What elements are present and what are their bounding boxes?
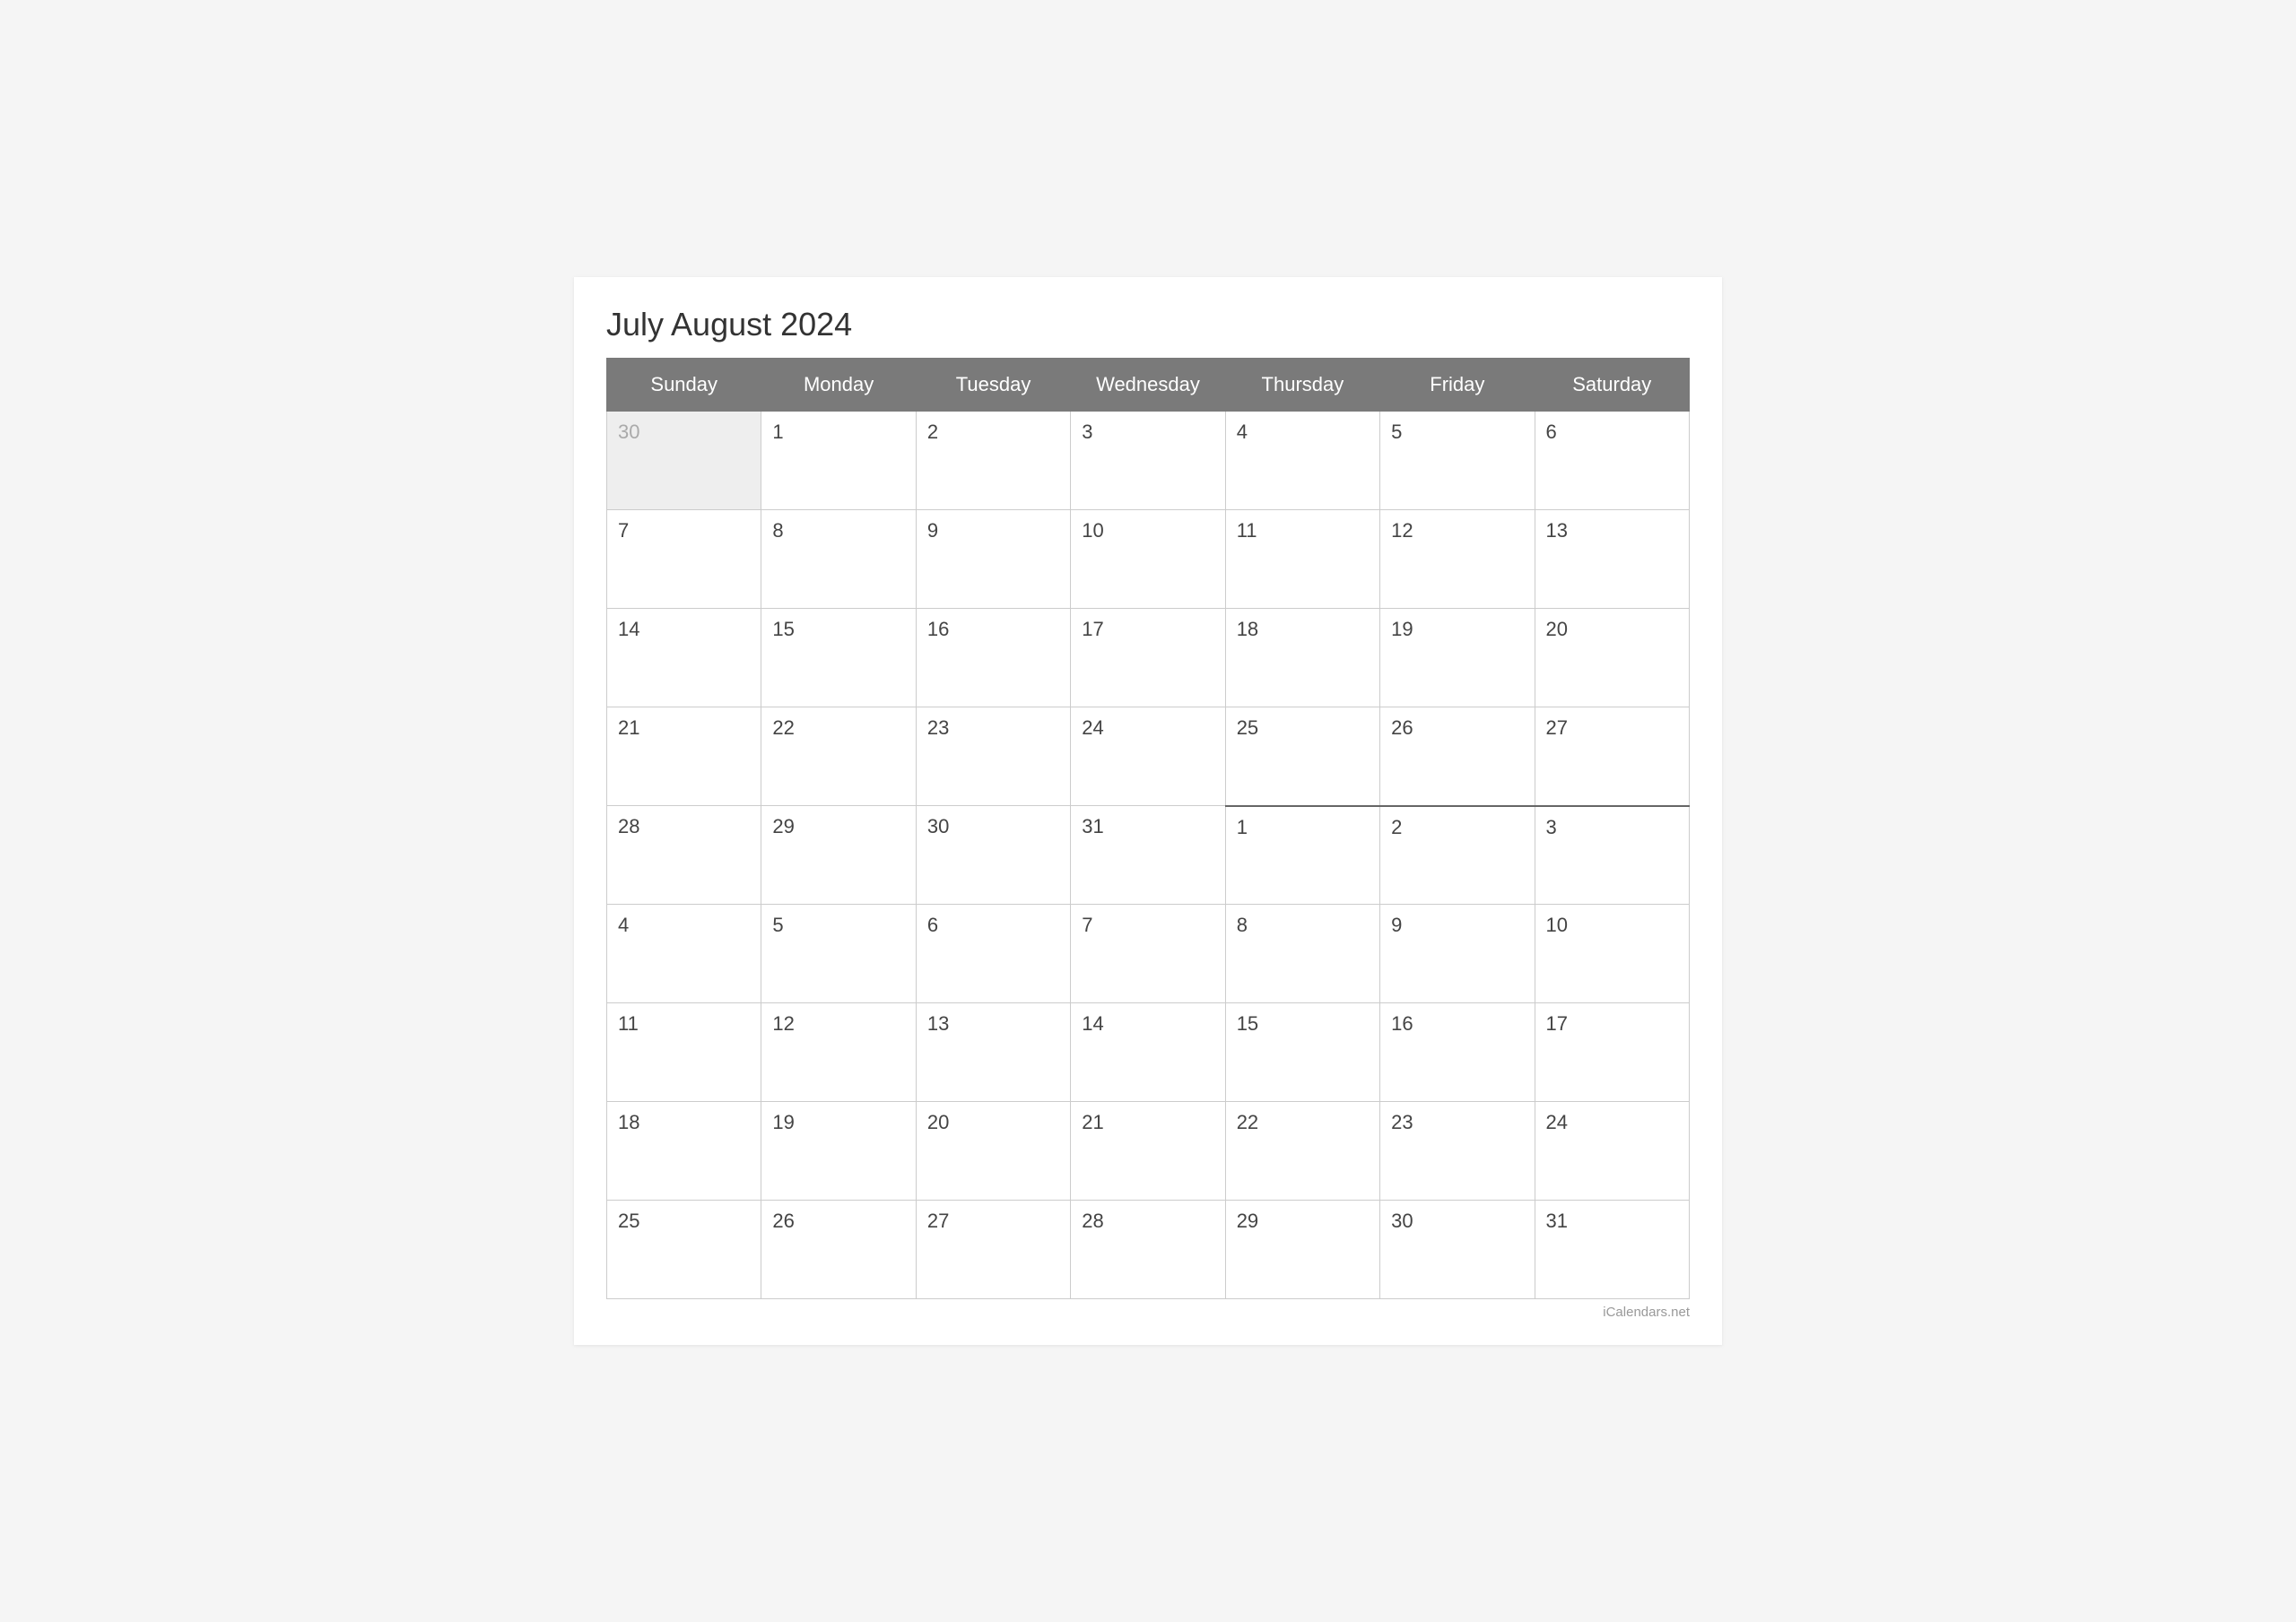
- day-cell[interactable]: 20: [916, 1102, 1070, 1201]
- day-cell[interactable]: 6: [1535, 412, 1689, 510]
- day-cell[interactable]: 14: [1071, 1003, 1225, 1102]
- day-cell[interactable]: 10: [1535, 905, 1689, 1003]
- header-row: SundayMondayTuesdayWednesdayThursdayFrid…: [607, 359, 1690, 412]
- header-friday: Friday: [1380, 359, 1535, 412]
- day-cell[interactable]: 13: [1535, 510, 1689, 609]
- day-cell[interactable]: 28: [607, 806, 761, 905]
- day-cell[interactable]: 12: [1380, 510, 1535, 609]
- day-cell[interactable]: 2: [916, 412, 1070, 510]
- day-cell[interactable]: 24: [1535, 1102, 1689, 1201]
- day-cell[interactable]: 24: [1071, 707, 1225, 806]
- calendar-header: SundayMondayTuesdayWednesdayThursdayFrid…: [607, 359, 1690, 412]
- calendar-title: July August 2024: [606, 306, 1690, 343]
- day-cell[interactable]: 11: [1225, 510, 1379, 609]
- day-cell[interactable]: 15: [1225, 1003, 1379, 1102]
- watermark: iCalendars.net: [606, 1305, 1690, 1320]
- week-row-5: 45678910: [607, 905, 1690, 1003]
- day-cell[interactable]: 3: [1071, 412, 1225, 510]
- header-monday: Monday: [761, 359, 916, 412]
- calendar-table: SundayMondayTuesdayWednesdayThursdayFrid…: [606, 358, 1690, 1299]
- day-cell[interactable]: 5: [761, 905, 916, 1003]
- day-cell[interactable]: 9: [916, 510, 1070, 609]
- day-cell[interactable]: 11: [607, 1003, 761, 1102]
- day-cell[interactable]: 26: [1380, 707, 1535, 806]
- header-sunday: Sunday: [607, 359, 761, 412]
- day-cell[interactable]: 26: [761, 1201, 916, 1299]
- day-cell[interactable]: 8: [761, 510, 916, 609]
- day-cell[interactable]: 30: [1380, 1201, 1535, 1299]
- day-cell[interactable]: 21: [607, 707, 761, 806]
- day-cell[interactable]: 7: [607, 510, 761, 609]
- day-cell[interactable]: 31: [1535, 1201, 1689, 1299]
- week-row-4: 28293031123: [607, 806, 1690, 905]
- day-cell[interactable]: 10: [1071, 510, 1225, 609]
- week-row-7: 18192021222324: [607, 1102, 1690, 1201]
- day-cell[interactable]: 4: [607, 905, 761, 1003]
- day-cell[interactable]: 30: [916, 806, 1070, 905]
- day-cell[interactable]: 22: [1225, 1102, 1379, 1201]
- week-row-0: 30123456: [607, 412, 1690, 510]
- day-cell[interactable]: 31: [1071, 806, 1225, 905]
- day-cell[interactable]: 12: [761, 1003, 916, 1102]
- week-row-8: 25262728293031: [607, 1201, 1690, 1299]
- day-cell[interactable]: 16: [916, 609, 1070, 707]
- day-cell[interactable]: 19: [1380, 609, 1535, 707]
- day-cell[interactable]: 20: [1535, 609, 1689, 707]
- day-cell[interactable]: 1: [761, 412, 916, 510]
- week-row-6: 11121314151617: [607, 1003, 1690, 1102]
- day-cell[interactable]: 29: [1225, 1201, 1379, 1299]
- day-cell[interactable]: 2: [1380, 806, 1535, 905]
- header-wednesday: Wednesday: [1071, 359, 1225, 412]
- day-cell[interactable]: 1: [1225, 806, 1379, 905]
- day-cell[interactable]: 27: [916, 1201, 1070, 1299]
- day-cell[interactable]: 17: [1535, 1003, 1689, 1102]
- calendar-body: 3012345678910111213141516171819202122232…: [607, 412, 1690, 1299]
- day-cell[interactable]: 22: [761, 707, 916, 806]
- week-row-1: 78910111213: [607, 510, 1690, 609]
- day-cell[interactable]: 14: [607, 609, 761, 707]
- calendar-container: July August 2024 SundayMondayTuesdayWedn…: [574, 277, 1722, 1345]
- day-cell[interactable]: 4: [1225, 412, 1379, 510]
- day-cell[interactable]: 28: [1071, 1201, 1225, 1299]
- day-cell[interactable]: 27: [1535, 707, 1689, 806]
- day-cell[interactable]: 16: [1380, 1003, 1535, 1102]
- day-cell[interactable]: 18: [607, 1102, 761, 1201]
- day-cell[interactable]: 9: [1380, 905, 1535, 1003]
- day-cell[interactable]: 7: [1071, 905, 1225, 1003]
- day-cell[interactable]: 25: [1225, 707, 1379, 806]
- week-row-3: 21222324252627: [607, 707, 1690, 806]
- day-cell[interactable]: 17: [1071, 609, 1225, 707]
- day-cell[interactable]: 18: [1225, 609, 1379, 707]
- week-row-2: 14151617181920: [607, 609, 1690, 707]
- header-tuesday: Tuesday: [916, 359, 1070, 412]
- header-saturday: Saturday: [1535, 359, 1689, 412]
- day-cell[interactable]: 15: [761, 609, 916, 707]
- day-cell[interactable]: 30: [607, 412, 761, 510]
- day-cell[interactable]: 29: [761, 806, 916, 905]
- day-cell[interactable]: 13: [916, 1003, 1070, 1102]
- day-cell[interactable]: 23: [1380, 1102, 1535, 1201]
- day-cell[interactable]: 25: [607, 1201, 761, 1299]
- day-cell[interactable]: 23: [916, 707, 1070, 806]
- day-cell[interactable]: 5: [1380, 412, 1535, 510]
- day-cell[interactable]: 19: [761, 1102, 916, 1201]
- day-cell[interactable]: 3: [1535, 806, 1689, 905]
- day-cell[interactable]: 6: [916, 905, 1070, 1003]
- header-thursday: Thursday: [1225, 359, 1379, 412]
- day-cell[interactable]: 8: [1225, 905, 1379, 1003]
- day-cell[interactable]: 21: [1071, 1102, 1225, 1201]
